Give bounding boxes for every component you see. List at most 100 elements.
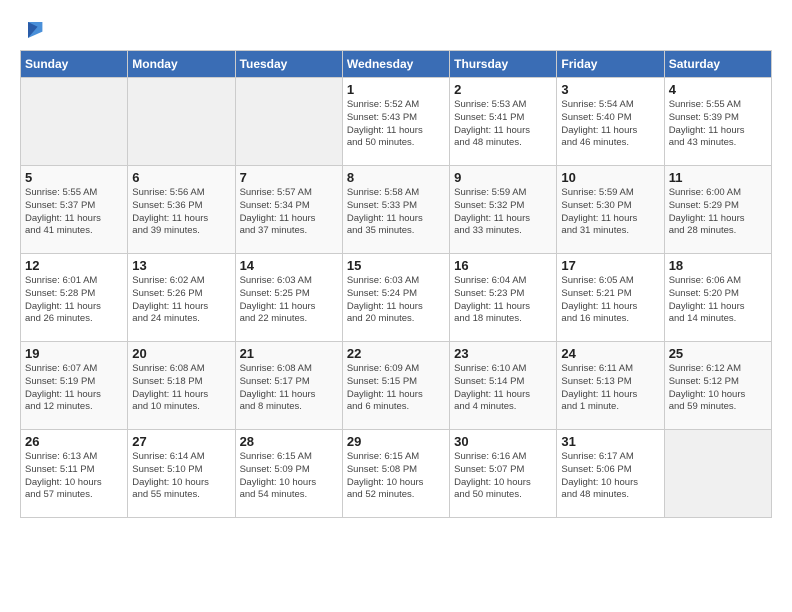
cell-info: Sunrise: 6:02 AM Sunset: 5:26 PM Dayligh… (132, 275, 230, 326)
header-friday: Friday (557, 51, 664, 78)
header-row: Sunday Monday Tuesday Wednesday Thursday… (21, 51, 772, 78)
day-number: 24 (561, 346, 659, 361)
cell-info: Sunrise: 6:04 AM Sunset: 5:23 PM Dayligh… (454, 275, 552, 326)
calendar-cell (235, 78, 342, 166)
calendar-body: 1 Sunrise: 5:52 AM Sunset: 5:43 PM Daylig… (21, 78, 772, 518)
day-number: 27 (132, 434, 230, 449)
day-number: 2 (454, 82, 552, 97)
cell-info: Sunrise: 5:55 AM Sunset: 5:39 PM Dayligh… (669, 99, 767, 150)
cell-info: Sunrise: 6:08 AM Sunset: 5:18 PM Dayligh… (132, 363, 230, 414)
day-number: 3 (561, 82, 659, 97)
day-number: 23 (454, 346, 552, 361)
calendar-cell (664, 430, 771, 518)
calendar-cell: 31 Sunrise: 6:17 AM Sunset: 5:06 PM Dayli… (557, 430, 664, 518)
cell-info: Sunrise: 6:05 AM Sunset: 5:21 PM Dayligh… (561, 275, 659, 326)
header-sunday: Sunday (21, 51, 128, 78)
calendar-cell: 15Sunrise: 6:03 AM Sunset: 5:24 PM Dayli… (342, 254, 449, 342)
day-number: 29 (347, 434, 445, 449)
calendar-cell: 18Sunrise: 6:06 AM Sunset: 5:20 PM Dayli… (664, 254, 771, 342)
day-number: 14 (240, 258, 338, 273)
day-number: 17 (561, 258, 659, 273)
day-number: 13 (132, 258, 230, 273)
calendar-cell: 30 Sunrise: 6:16 AM Sunset: 5:07 PM Dayli… (450, 430, 557, 518)
day-number: 12 (25, 258, 123, 273)
calendar-cell: 1 Sunrise: 5:52 AM Sunset: 5:43 PM Daylig… (342, 78, 449, 166)
cell-info: Sunrise: 6:10 AM Sunset: 5:14 PM Dayligh… (454, 363, 552, 414)
cell-info: Sunrise: 5:52 AM Sunset: 5:43 PM Dayligh… (347, 99, 445, 150)
calendar-table: Sunday Monday Tuesday Wednesday Thursday… (20, 50, 772, 518)
calendar-cell: 5 Sunrise: 5:55 AM Sunset: 5:37 PM Daylig… (21, 166, 128, 254)
cell-info: Sunrise: 6:07 AM Sunset: 5:19 PM Dayligh… (25, 363, 123, 414)
day-number: 9 (454, 170, 552, 185)
day-number: 20 (132, 346, 230, 361)
calendar-cell: 6Sunrise: 5:56 AM Sunset: 5:36 PM Daylig… (128, 166, 235, 254)
day-number: 31 (561, 434, 659, 449)
calendar-week-row: 1 Sunrise: 5:52 AM Sunset: 5:43 PM Daylig… (21, 78, 772, 166)
calendar-cell: 28 Sunrise: 6:15 AM Sunset: 5:09 PM Dayli… (235, 430, 342, 518)
calendar-cell: 23 Sunrise: 6:10 AM Sunset: 5:14 PM Dayli… (450, 342, 557, 430)
calendar-cell: 11 Sunrise: 6:00 AM Sunset: 5:29 PM Dayli… (664, 166, 771, 254)
day-number: 1 (347, 82, 445, 97)
calendar-cell: 21Sunrise: 6:08 AM Sunset: 5:17 PM Dayli… (235, 342, 342, 430)
cell-info: Sunrise: 5:55 AM Sunset: 5:37 PM Dayligh… (25, 187, 123, 238)
header-wednesday: Wednesday (342, 51, 449, 78)
calendar-cell: 7Sunrise: 5:57 AM Sunset: 5:34 PM Daylig… (235, 166, 342, 254)
logo-icon (20, 20, 44, 40)
cell-info: Sunrise: 6:16 AM Sunset: 5:07 PM Dayligh… (454, 451, 552, 502)
header-saturday: Saturday (664, 51, 771, 78)
calendar-cell: 9 Sunrise: 5:59 AM Sunset: 5:32 PM Daylig… (450, 166, 557, 254)
calendar-header: Sunday Monday Tuesday Wednesday Thursday… (21, 51, 772, 78)
cell-info: Sunrise: 5:58 AM Sunset: 5:33 PM Dayligh… (347, 187, 445, 238)
calendar-cell: 25 Sunrise: 6:12 AM Sunset: 5:12 PM Dayli… (664, 342, 771, 430)
cell-info: Sunrise: 6:15 AM Sunset: 5:08 PM Dayligh… (347, 451, 445, 502)
page-header (20, 20, 772, 40)
calendar-cell: 14 Sunrise: 6:03 AM Sunset: 5:25 PM Dayli… (235, 254, 342, 342)
day-number: 18 (669, 258, 767, 273)
day-number: 28 (240, 434, 338, 449)
cell-info: Sunrise: 6:09 AM Sunset: 5:15 PM Dayligh… (347, 363, 445, 414)
header-thursday: Thursday (450, 51, 557, 78)
cell-info: Sunrise: 6:00 AM Sunset: 5:29 PM Dayligh… (669, 187, 767, 238)
day-number: 10 (561, 170, 659, 185)
cell-info: Sunrise: 6:13 AM Sunset: 5:11 PM Dayligh… (25, 451, 123, 502)
calendar-cell: 17 Sunrise: 6:05 AM Sunset: 5:21 PM Dayli… (557, 254, 664, 342)
calendar-cell: 12 Sunrise: 6:01 AM Sunset: 5:28 PM Dayli… (21, 254, 128, 342)
day-number: 7 (240, 170, 338, 185)
cell-info: Sunrise: 6:15 AM Sunset: 5:09 PM Dayligh… (240, 451, 338, 502)
cell-info: Sunrise: 5:54 AM Sunset: 5:40 PM Dayligh… (561, 99, 659, 150)
calendar-cell: 26Sunrise: 6:13 AM Sunset: 5:11 PM Dayli… (21, 430, 128, 518)
cell-info: Sunrise: 6:03 AM Sunset: 5:25 PM Dayligh… (240, 275, 338, 326)
day-number: 25 (669, 346, 767, 361)
header-monday: Monday (128, 51, 235, 78)
day-number: 22 (347, 346, 445, 361)
cell-info: Sunrise: 6:01 AM Sunset: 5:28 PM Dayligh… (25, 275, 123, 326)
day-number: 30 (454, 434, 552, 449)
day-number: 8 (347, 170, 445, 185)
calendar-cell: 24 Sunrise: 6:11 AM Sunset: 5:13 PM Dayli… (557, 342, 664, 430)
day-number: 4 (669, 82, 767, 97)
cell-info: Sunrise: 6:17 AM Sunset: 5:06 PM Dayligh… (561, 451, 659, 502)
cell-info: Sunrise: 6:11 AM Sunset: 5:13 PM Dayligh… (561, 363, 659, 414)
calendar-cell: 19 Sunrise: 6:07 AM Sunset: 5:19 PM Dayli… (21, 342, 128, 430)
calendar-cell: 13 Sunrise: 6:02 AM Sunset: 5:26 PM Dayli… (128, 254, 235, 342)
header-tuesday: Tuesday (235, 51, 342, 78)
day-number: 5 (25, 170, 123, 185)
cell-info: Sunrise: 6:12 AM Sunset: 5:12 PM Dayligh… (669, 363, 767, 414)
calendar-cell: 3 Sunrise: 5:54 AM Sunset: 5:40 PM Daylig… (557, 78, 664, 166)
calendar-cell: 4 Sunrise: 5:55 AM Sunset: 5:39 PM Daylig… (664, 78, 771, 166)
cell-info: Sunrise: 5:59 AM Sunset: 5:32 PM Dayligh… (454, 187, 552, 238)
cell-info: Sunrise: 5:59 AM Sunset: 5:30 PM Dayligh… (561, 187, 659, 238)
day-number: 6 (132, 170, 230, 185)
calendar-week-row: 26Sunrise: 6:13 AM Sunset: 5:11 PM Dayli… (21, 430, 772, 518)
calendar-cell: 16 Sunrise: 6:04 AM Sunset: 5:23 PM Dayli… (450, 254, 557, 342)
day-number: 16 (454, 258, 552, 273)
calendar-cell: 20 Sunrise: 6:08 AM Sunset: 5:18 PM Dayli… (128, 342, 235, 430)
calendar-cell (128, 78, 235, 166)
cell-info: Sunrise: 6:14 AM Sunset: 5:10 PM Dayligh… (132, 451, 230, 502)
day-number: 21 (240, 346, 338, 361)
day-number: 11 (669, 170, 767, 185)
calendar-week-row: 19 Sunrise: 6:07 AM Sunset: 5:19 PM Dayli… (21, 342, 772, 430)
cell-info: Sunrise: 6:03 AM Sunset: 5:24 PM Dayligh… (347, 275, 445, 326)
day-number: 19 (25, 346, 123, 361)
calendar-week-row: 12 Sunrise: 6:01 AM Sunset: 5:28 PM Dayli… (21, 254, 772, 342)
